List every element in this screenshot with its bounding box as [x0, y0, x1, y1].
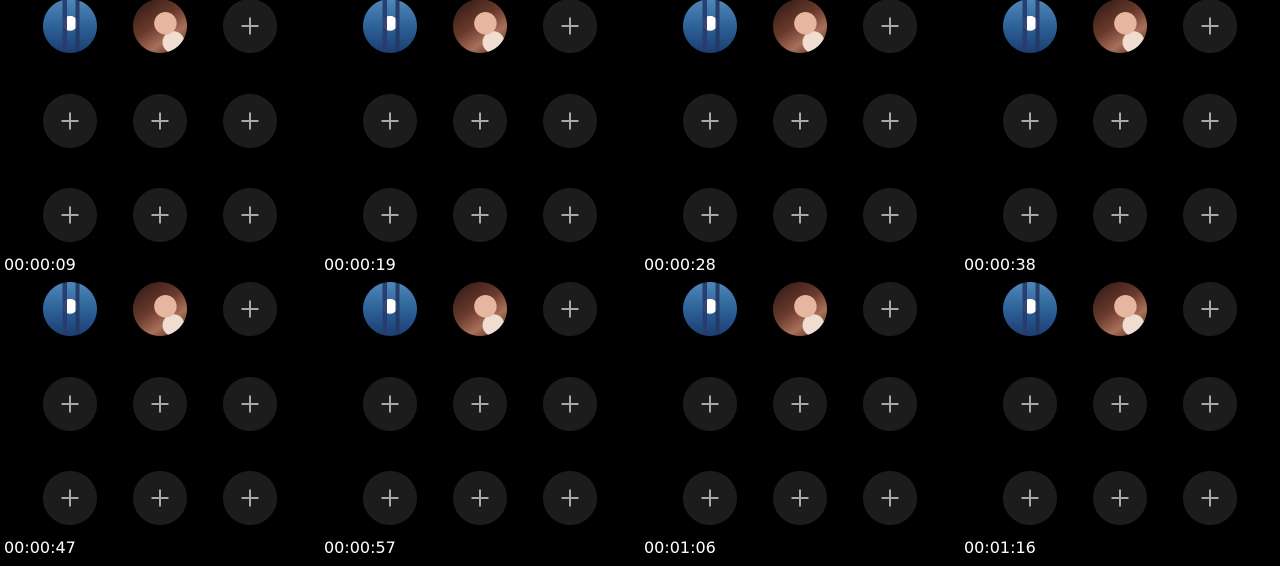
add-contact-button[interactable]	[363, 188, 417, 242]
add-contact-button[interactable]	[1093, 471, 1147, 525]
add-contact-button[interactable]	[363, 471, 417, 525]
add-contact-button[interactable]	[1183, 94, 1237, 148]
frame-panel: 00:00:57	[320, 282, 640, 566]
add-contact-button[interactable]	[223, 377, 277, 431]
add-contact-button[interactable]	[43, 377, 97, 431]
add-contact-button[interactable]	[543, 282, 597, 336]
avatar-person-selfie[interactable]	[133, 282, 187, 336]
add-contact-button[interactable]	[863, 377, 917, 431]
add-contact-button[interactable]	[863, 0, 917, 53]
add-contact-button[interactable]	[453, 471, 507, 525]
frame-timestamp: 00:00:38	[964, 255, 1036, 274]
frame-panel: 00:00:19	[320, 0, 640, 283]
add-contact-button[interactable]	[1183, 282, 1237, 336]
avatar-person-blue[interactable]	[683, 282, 737, 336]
frame-panel: 00:00:47	[0, 282, 320, 566]
add-contact-button[interactable]	[1183, 188, 1237, 242]
add-contact-button[interactable]	[863, 282, 917, 336]
add-contact-button[interactable]	[133, 94, 187, 148]
frame-panel: 00:00:28	[640, 0, 960, 283]
frame-timestamp: 00:00:09	[4, 255, 76, 274]
add-contact-button[interactable]	[543, 0, 597, 53]
frame-timestamp: 00:01:06	[644, 538, 716, 557]
add-contact-button[interactable]	[43, 94, 97, 148]
avatar-person-selfie[interactable]	[773, 282, 827, 336]
add-contact-button[interactable]	[683, 471, 737, 525]
add-contact-button[interactable]	[223, 94, 277, 148]
add-contact-button[interactable]	[683, 377, 737, 431]
add-contact-button[interactable]	[363, 94, 417, 148]
avatar-person-blue[interactable]	[363, 282, 417, 336]
frame-timestamp: 00:00:57	[324, 538, 396, 557]
add-contact-button[interactable]	[453, 94, 507, 148]
frame-panel: 00:00:38	[960, 0, 1280, 283]
frame-timestamp: 00:00:19	[324, 255, 396, 274]
add-contact-button[interactable]	[1183, 0, 1237, 53]
add-contact-button[interactable]	[543, 188, 597, 242]
add-contact-button[interactable]	[773, 188, 827, 242]
avatar-person-selfie[interactable]	[773, 0, 827, 53]
add-contact-button[interactable]	[133, 377, 187, 431]
add-contact-button[interactable]	[43, 188, 97, 242]
add-contact-button[interactable]	[683, 188, 737, 242]
add-contact-button[interactable]	[1093, 94, 1147, 148]
frame-panel: 00:00:09	[0, 0, 320, 283]
add-contact-button[interactable]	[773, 94, 827, 148]
add-contact-button[interactable]	[543, 471, 597, 525]
avatar-person-selfie[interactable]	[453, 282, 507, 336]
avatar-person-selfie[interactable]	[1093, 0, 1147, 53]
add-contact-button[interactable]	[1183, 471, 1237, 525]
avatar-person-blue[interactable]	[363, 0, 417, 53]
add-contact-button[interactable]	[133, 188, 187, 242]
avatar-person-blue[interactable]	[43, 282, 97, 336]
add-contact-button[interactable]	[863, 188, 917, 242]
avatar-person-selfie[interactable]	[1093, 282, 1147, 336]
add-contact-button[interactable]	[1093, 377, 1147, 431]
add-contact-button[interactable]	[1003, 377, 1057, 431]
add-contact-button[interactable]	[223, 0, 277, 53]
avatar-person-selfie[interactable]	[133, 0, 187, 53]
avatar-person-selfie[interactable]	[453, 0, 507, 53]
add-contact-button[interactable]	[863, 94, 917, 148]
frame-panel: 00:01:16	[960, 282, 1280, 566]
avatar-person-blue[interactable]	[43, 0, 97, 53]
add-contact-button[interactable]	[453, 188, 507, 242]
add-contact-button[interactable]	[223, 188, 277, 242]
add-contact-button[interactable]	[543, 94, 597, 148]
add-contact-button[interactable]	[863, 471, 917, 525]
add-contact-button[interactable]	[1003, 471, 1057, 525]
add-contact-button[interactable]	[1183, 377, 1237, 431]
frame-panel: 00:01:06	[640, 282, 960, 566]
add-contact-button[interactable]	[773, 471, 827, 525]
add-contact-button[interactable]	[453, 377, 507, 431]
add-contact-button[interactable]	[223, 282, 277, 336]
frame-timestamp: 00:00:47	[4, 538, 76, 557]
add-contact-button[interactable]	[1003, 94, 1057, 148]
avatar-person-blue[interactable]	[1003, 0, 1057, 53]
add-contact-button[interactable]	[543, 377, 597, 431]
add-contact-button[interactable]	[223, 471, 277, 525]
avatar-person-blue[interactable]	[1003, 282, 1057, 336]
add-contact-button[interactable]	[683, 94, 737, 148]
add-contact-button[interactable]	[133, 471, 187, 525]
add-contact-button[interactable]	[363, 377, 417, 431]
frame-timestamp: 00:01:16	[964, 538, 1036, 557]
add-contact-button[interactable]	[1003, 188, 1057, 242]
add-contact-button[interactable]	[1093, 188, 1147, 242]
avatar-person-blue[interactable]	[683, 0, 737, 53]
add-contact-button[interactable]	[43, 471, 97, 525]
frame-timestamp: 00:00:28	[644, 255, 716, 274]
add-contact-button[interactable]	[773, 377, 827, 431]
